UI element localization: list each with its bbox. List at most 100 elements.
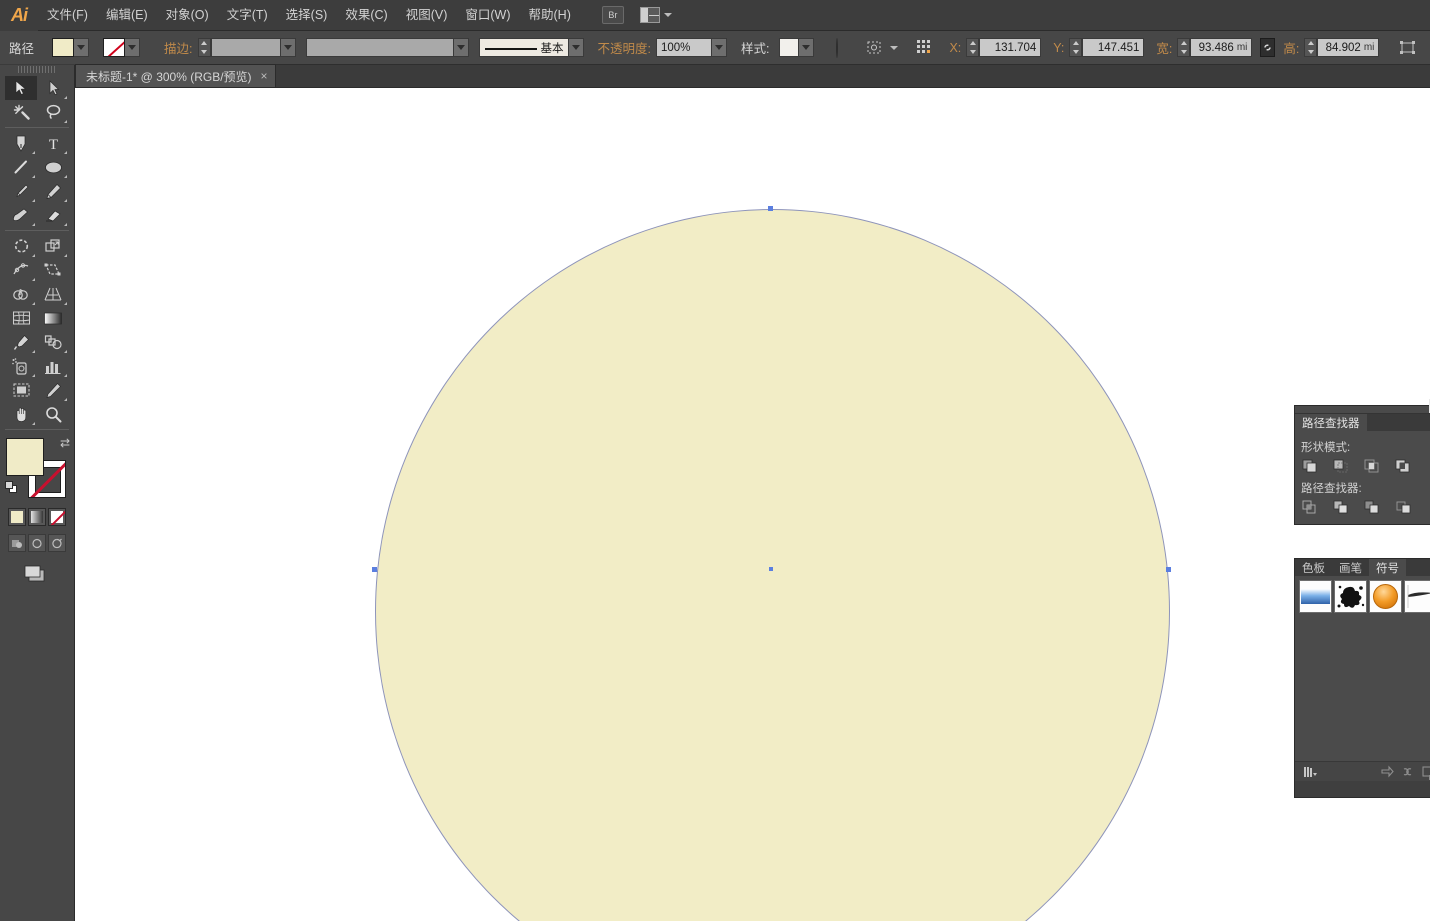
- draw-normal-button[interactable]: [8, 534, 26, 552]
- pathfinder-unite-button[interactable]: [1301, 458, 1319, 474]
- tool-flyout-indicator[interactable]: [32, 199, 35, 202]
- document-tab[interactable]: 未标题-1* @ 300% (RGB/预览) ×: [75, 64, 276, 87]
- menu-object[interactable]: 对象(O): [157, 0, 218, 31]
- draw-inside-button[interactable]: [48, 534, 66, 552]
- none-mode-button[interactable]: [48, 508, 66, 526]
- swap-fill-stroke-icon[interactable]: ⇄: [60, 436, 70, 450]
- tool-flyout-indicator[interactable]: [32, 175, 35, 178]
- width-tool[interactable]: [5, 258, 37, 282]
- tool-flyout-indicator[interactable]: [64, 374, 67, 377]
- blend-tool[interactable]: [37, 330, 69, 354]
- transform-panel-icon[interactable]: [862, 37, 886, 59]
- tool-flyout-indicator[interactable]: [32, 278, 35, 281]
- y-stepper[interactable]: [1069, 38, 1082, 57]
- menu-edit[interactable]: 编辑(E): [97, 0, 157, 31]
- default-fill-stroke-icon[interactable]: [5, 481, 18, 494]
- gradient-mode-button[interactable]: [28, 508, 46, 526]
- screen-mode-button[interactable]: [22, 564, 48, 584]
- anchor-point-left[interactable]: [372, 567, 377, 572]
- color-mode-button[interactable]: [8, 508, 26, 526]
- y-field[interactable]: 147.451: [1082, 38, 1144, 57]
- ellipse-tool[interactable]: [37, 155, 69, 179]
- x-stepper[interactable]: [966, 38, 979, 57]
- hand-tool[interactable]: [5, 402, 37, 426]
- symbol-orange-circle[interactable]: [1369, 580, 1402, 613]
- transform-each-icon[interactable]: [1399, 37, 1416, 59]
- perspective-grid-tool[interactable]: [37, 282, 69, 306]
- zoom-tool[interactable]: [37, 402, 69, 426]
- pathfinder-merge-button[interactable]: [1363, 499, 1381, 515]
- symbol-sprayer-tool[interactable]: [5, 354, 37, 378]
- shape-builder-tool[interactable]: [5, 282, 37, 306]
- eyedropper-tool[interactable]: [5, 330, 37, 354]
- tools-panel-grip[interactable]: [18, 66, 56, 73]
- line-segment-tool[interactable]: [5, 155, 37, 179]
- fill-proxy-swatch[interactable]: [6, 438, 44, 476]
- style-dropdown[interactable]: [799, 38, 814, 57]
- tool-flyout-indicator[interactable]: [64, 254, 67, 257]
- height-field[interactable]: 84.902 mi: [1317, 38, 1379, 57]
- gradient-tool[interactable]: [37, 306, 69, 330]
- tool-flyout-indicator[interactable]: [64, 120, 67, 123]
- panel-drag-bar[interactable]: [1295, 406, 1430, 414]
- menu-window[interactable]: 窗口(W): [456, 0, 519, 31]
- anchor-point-right[interactable]: [1166, 567, 1171, 572]
- anchor-point-top[interactable]: [768, 206, 773, 211]
- scale-tool[interactable]: [37, 234, 69, 258]
- stroke-profile-dropdown[interactable]: [454, 38, 469, 57]
- tab-brushes[interactable]: 画笔: [1332, 559, 1369, 576]
- menu-help[interactable]: 帮助(H): [520, 0, 580, 31]
- tab-pathfinder[interactable]: 路径查找器: [1295, 414, 1367, 431]
- align-panel-icon[interactable]: [916, 37, 935, 59]
- stroke-profile-field[interactable]: [306, 38, 454, 57]
- menu-effect[interactable]: 效果(C): [336, 0, 396, 31]
- opacity-dropdown[interactable]: [712, 38, 727, 57]
- height-stepper[interactable]: [1304, 38, 1317, 57]
- fill-color-dropdown[interactable]: [74, 38, 89, 57]
- close-icon[interactable]: ×: [261, 69, 268, 83]
- symbol-brush-stroke[interactable]: [1404, 580, 1430, 613]
- ellipse-path-object[interactable]: [375, 209, 1170, 921]
- symbol-black-splatter[interactable]: [1334, 580, 1367, 613]
- style-swatch[interactable]: [779, 38, 799, 57]
- draw-behind-button[interactable]: [28, 534, 46, 552]
- tool-flyout-indicator[interactable]: [64, 175, 67, 178]
- tool-flyout-indicator[interactable]: [32, 350, 35, 353]
- pathfinder-exclude-button[interactable]: [1394, 458, 1412, 474]
- brush-definition-field[interactable]: 基本: [479, 38, 569, 57]
- pathfinder-minus-front-button[interactable]: [1332, 458, 1350, 474]
- pencil-tool[interactable]: [37, 179, 69, 203]
- tool-flyout-indicator[interactable]: [64, 398, 67, 401]
- pathfinder-intersect-button[interactable]: [1363, 458, 1381, 474]
- symbol-blue-gradient[interactable]: [1299, 580, 1332, 613]
- paintbrush-tool[interactable]: [5, 179, 37, 203]
- menu-select[interactable]: 选择(S): [277, 0, 337, 31]
- stroke-weight-dropdown[interactable]: [281, 38, 296, 57]
- chevron-down-icon[interactable]: [664, 13, 672, 17]
- lock-proportions-icon[interactable]: [1260, 38, 1275, 57]
- artboard-tool[interactable]: [5, 378, 37, 402]
- symbol-options-icon[interactable]: [1397, 764, 1417, 780]
- slice-tool[interactable]: [37, 378, 69, 402]
- pathfinder-crop-button[interactable]: [1394, 499, 1412, 515]
- lasso-tool[interactable]: [37, 100, 69, 124]
- fill-color-swatch[interactable]: [52, 38, 74, 57]
- tool-flyout-indicator[interactable]: [64, 223, 67, 226]
- width-stepper[interactable]: [1177, 38, 1190, 57]
- tool-flyout-indicator[interactable]: [64, 199, 67, 202]
- tool-flyout-indicator[interactable]: [64, 350, 67, 353]
- column-graph-tool[interactable]: [37, 354, 69, 378]
- brush-definition-dropdown[interactable]: [569, 38, 584, 57]
- opacity-mask-icon[interactable]: [836, 38, 838, 58]
- stroke-color-swatch[interactable]: [103, 38, 125, 57]
- stroke-color-dropdown[interactable]: [125, 38, 140, 57]
- opacity-field[interactable]: 100%: [656, 38, 712, 57]
- tool-flyout-indicator[interactable]: [64, 96, 67, 99]
- stroke-weight-field[interactable]: [211, 38, 281, 57]
- tool-flyout-indicator[interactable]: [32, 374, 35, 377]
- tab-swatches[interactable]: 色板: [1295, 559, 1332, 576]
- blob-brush-tool[interactable]: [5, 203, 37, 227]
- tool-flyout-indicator[interactable]: [32, 422, 35, 425]
- tab-symbols[interactable]: 符号: [1369, 559, 1406, 576]
- free-transform-tool[interactable]: [37, 258, 69, 282]
